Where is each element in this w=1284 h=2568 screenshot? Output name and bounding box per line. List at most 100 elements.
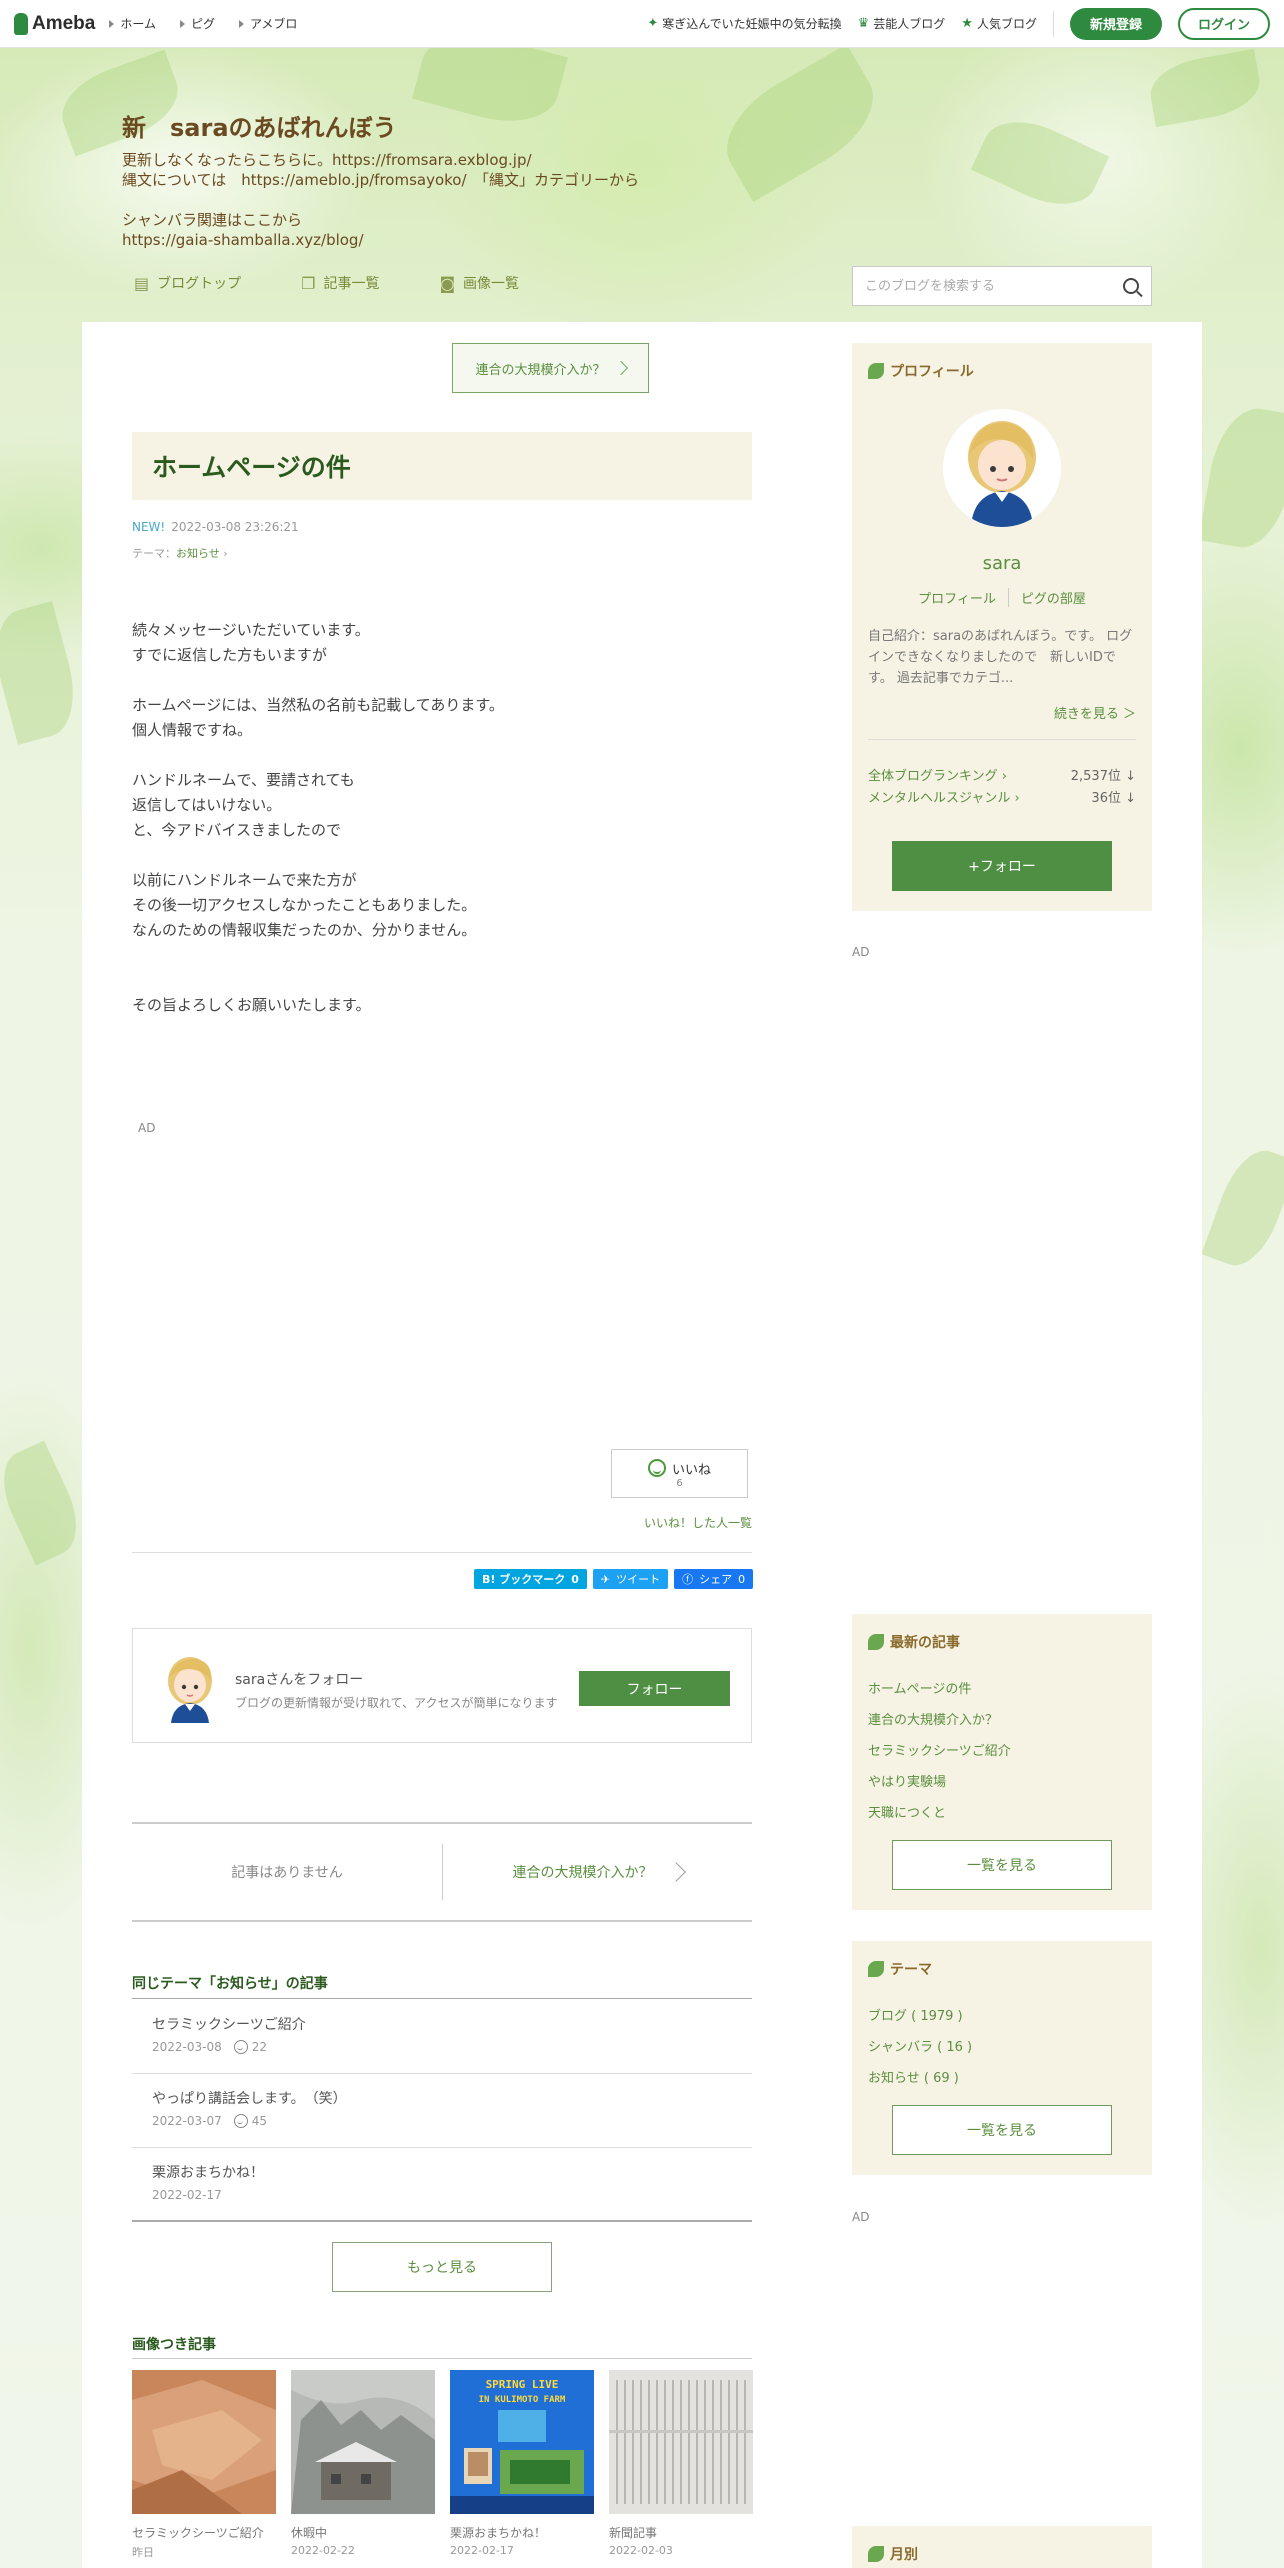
- theme-link[interactable]: お知らせ ( 69 ): [868, 2069, 1136, 2100]
- more-button[interactable]: もっと見る: [332, 2242, 552, 2292]
- liked-users-link[interactable]: いいね！した人一覧: [644, 1514, 752, 1531]
- leaf-icon: [868, 363, 884, 379]
- leaf-decoration: [0, 601, 86, 745]
- image-post-thumbnail[interactable]: [291, 2370, 435, 2514]
- chevron-right-icon: ›: [223, 547, 228, 560]
- search-icon[interactable]: [1123, 278, 1139, 294]
- related-likes: 22: [251, 2040, 268, 2054]
- image-post-card[interactable]: SPRING LIVE IN KULIMOTO FARM 栗源おまちかね！ 20…: [450, 2370, 594, 2560]
- hatena-count: 0: [571, 1572, 579, 1586]
- theme-label: テーマ：: [132, 547, 176, 560]
- ad-label: AD: [852, 945, 870, 959]
- latest-entry-link[interactable]: セラミックシーツご紹介: [868, 1742, 1136, 1773]
- entry-list-link[interactable]: ❐ 記事一覧: [301, 273, 379, 293]
- genre-ranking-link[interactable]: メンタルヘルスジャンル ›: [868, 787, 1020, 806]
- profile-heading-label: プロフィール: [890, 364, 974, 380]
- image-post-card[interactable]: 新聞記事 2022-02-03: [609, 2370, 753, 2560]
- like-count: 6: [676, 1477, 683, 1489]
- ranking-label: 全体ブログランキング: [868, 769, 998, 784]
- image-post-thumbnail[interactable]: SPRING LIVE IN KULIMOTO FARM: [450, 2370, 594, 2514]
- entry-body: 続々メッセージいただいています。 すでに返信した方もいますが ホームページには、…: [132, 618, 752, 1018]
- overall-ranking-link[interactable]: 全体ブログランキング ›: [868, 765, 1007, 784]
- nav-ameblo-link[interactable]: アメブロ: [239, 15, 297, 32]
- latest-entry-link[interactable]: やはり実験場: [868, 1773, 1136, 1804]
- leaf-icon: [868, 1961, 884, 1977]
- register-button[interactable]: 新規登録: [1069, 7, 1162, 40]
- image-post-thumbnail[interactable]: [132, 2370, 276, 2514]
- copy-icon: ❐: [301, 273, 316, 293]
- blog-description-line: https://gaia-shamballa.xyz/blog/: [122, 231, 364, 249]
- poster-text: SPRING LIVE: [486, 2378, 559, 2391]
- ranking-row: 全体ブログランキング › 2,537位 ↓: [868, 765, 1136, 784]
- image-post-caption: 休暇中: [291, 2526, 328, 2540]
- themes-view-all-button[interactable]: 一覧を見る: [892, 2105, 1112, 2155]
- tweet-button[interactable]: ✈ ツイート: [592, 1569, 669, 1589]
- leaf-icon: [868, 2546, 884, 2562]
- ranking-label: メンタルヘルスジャンル: [868, 791, 1011, 806]
- latest-entry-link[interactable]: ホームページの件: [868, 1680, 1136, 1711]
- latest-entry-link[interactable]: 連合の大規模介入か？: [868, 1711, 1136, 1742]
- pager-next-link[interactable]: 連合の大規模介入か？: [443, 1824, 752, 1920]
- blog-top-link[interactable]: ▤ ブログトップ: [134, 273, 241, 293]
- pigg-room-link[interactable]: ピグの部屋: [1021, 588, 1086, 607]
- user-avatar[interactable]: [157, 1651, 223, 1723]
- profile-link[interactable]: プロフィール: [918, 588, 996, 607]
- trending-topic-link[interactable]: ✦ 寒ぎ込んでいた妊娠中の気分転換: [647, 15, 841, 32]
- image-post-thumbnail[interactable]: [609, 2370, 753, 2514]
- trending-topic-label: 寒ぎ込んでいた妊娠中の気分転換: [662, 17, 842, 31]
- related-likes: 45: [251, 2114, 268, 2128]
- profile-avatar[interactable]: [943, 409, 1061, 527]
- image-post-card[interactable]: 休暇中 2022-02-22: [291, 2370, 435, 2560]
- star-icon: ★: [961, 16, 973, 31]
- latest-heading-label: 最新の記事: [890, 1635, 960, 1651]
- like-button[interactable]: いいね 6: [611, 1449, 748, 1498]
- list-item[interactable]: やっぱり講話会します。 （笑） 2022-03-07 45: [132, 2074, 752, 2148]
- nav-home-label: ホーム: [120, 17, 156, 31]
- theme-link[interactable]: お知らせ: [176, 547, 220, 560]
- leaf-decoration: [1145, 48, 1265, 128]
- monthly-heading-label: 月別: [890, 2547, 918, 2563]
- monthly-heading: 月別: [868, 2544, 918, 2564]
- follow-box-description: ブログの更新情報が受け取れて、アクセスが簡単になります: [235, 1696, 558, 1710]
- blog-title[interactable]: 新 saraのあばれんぼう: [122, 108, 397, 143]
- list-item[interactable]: セラミックシーツご紹介 2022-03-08 22: [132, 2000, 752, 2074]
- ameba-logo[interactable]: Ameba: [14, 12, 95, 35]
- entry-list-label: 記事一覧: [323, 276, 380, 292]
- nav-pigg-link[interactable]: ピグ: [180, 15, 215, 32]
- theme-link[interactable]: ブログ ( 1979 ): [868, 2007, 1136, 2038]
- sidebar-follow-button[interactable]: +フォロー: [892, 841, 1112, 891]
- smile-icon: [647, 1459, 666, 1477]
- login-button[interactable]: ログイン: [1177, 7, 1270, 40]
- theme-link[interactable]: シャンバラ ( 16 ): [868, 2038, 1136, 2069]
- entry-title[interactable]: ホームページの件: [132, 432, 752, 500]
- hatena-bookmark-button[interactable]: B! ブックマーク 0: [474, 1569, 587, 1589]
- previous-entry-link[interactable]: 連合の大規模介入か？: [452, 343, 649, 393]
- image-list-label: 画像一覧: [463, 276, 519, 292]
- ranking-value: 2,537位 ↓: [1070, 769, 1136, 784]
- leaf-decoration: [1201, 1141, 1284, 1275]
- body-line: その旨よろしくお願いいたします。: [132, 996, 371, 1014]
- latest-view-all-button[interactable]: 一覧を見る: [892, 1840, 1112, 1890]
- leaf-decoration: [970, 105, 1110, 221]
- image-list-link[interactable]: ◙ 画像一覧: [439, 273, 519, 293]
- follow-button[interactable]: フォロー: [579, 1671, 730, 1706]
- leaf-decoration: [1198, 402, 1284, 554]
- profile-name[interactable]: sara: [852, 553, 1152, 574]
- blog-search-input[interactable]: [865, 278, 1123, 294]
- popular-blog-label: 人気ブログ: [976, 17, 1037, 31]
- list-item[interactable]: 栗源おまちかね！ 2022-02-17: [132, 2148, 752, 2222]
- themes-list: ブログ ( 1979 ) シャンバラ ( 16 ) お知らせ ( 69 ): [868, 2007, 1136, 2100]
- image-posts-grid: セラミックシーツご紹介 昨日 休暇中 2022-02-22 SPRING LIV…: [132, 2370, 753, 2560]
- ameba-logo-icon: [14, 12, 28, 35]
- themes-heading: テーマ: [868, 1959, 932, 1979]
- document-icon: ▤: [134, 273, 150, 293]
- image-post-card[interactable]: セラミックシーツご紹介 昨日: [132, 2370, 276, 2560]
- latest-entry-link[interactable]: 天職につくと: [868, 1804, 1136, 1835]
- facebook-share-button[interactable]: ⓕ シェア 0: [674, 1569, 754, 1589]
- popular-blog-link[interactable]: ★ 人気ブログ: [961, 15, 1037, 32]
- read-more-link[interactable]: 続きを見る ＞: [1054, 703, 1136, 722]
- nav-home-link[interactable]: ホーム: [109, 15, 156, 32]
- body-line: ハンドルネームで、要請されても: [132, 771, 355, 789]
- celebrity-blog-link[interactable]: ♛ 芸能人ブログ: [858, 15, 946, 32]
- image-post-date: 2022-02-03: [609, 2544, 673, 2557]
